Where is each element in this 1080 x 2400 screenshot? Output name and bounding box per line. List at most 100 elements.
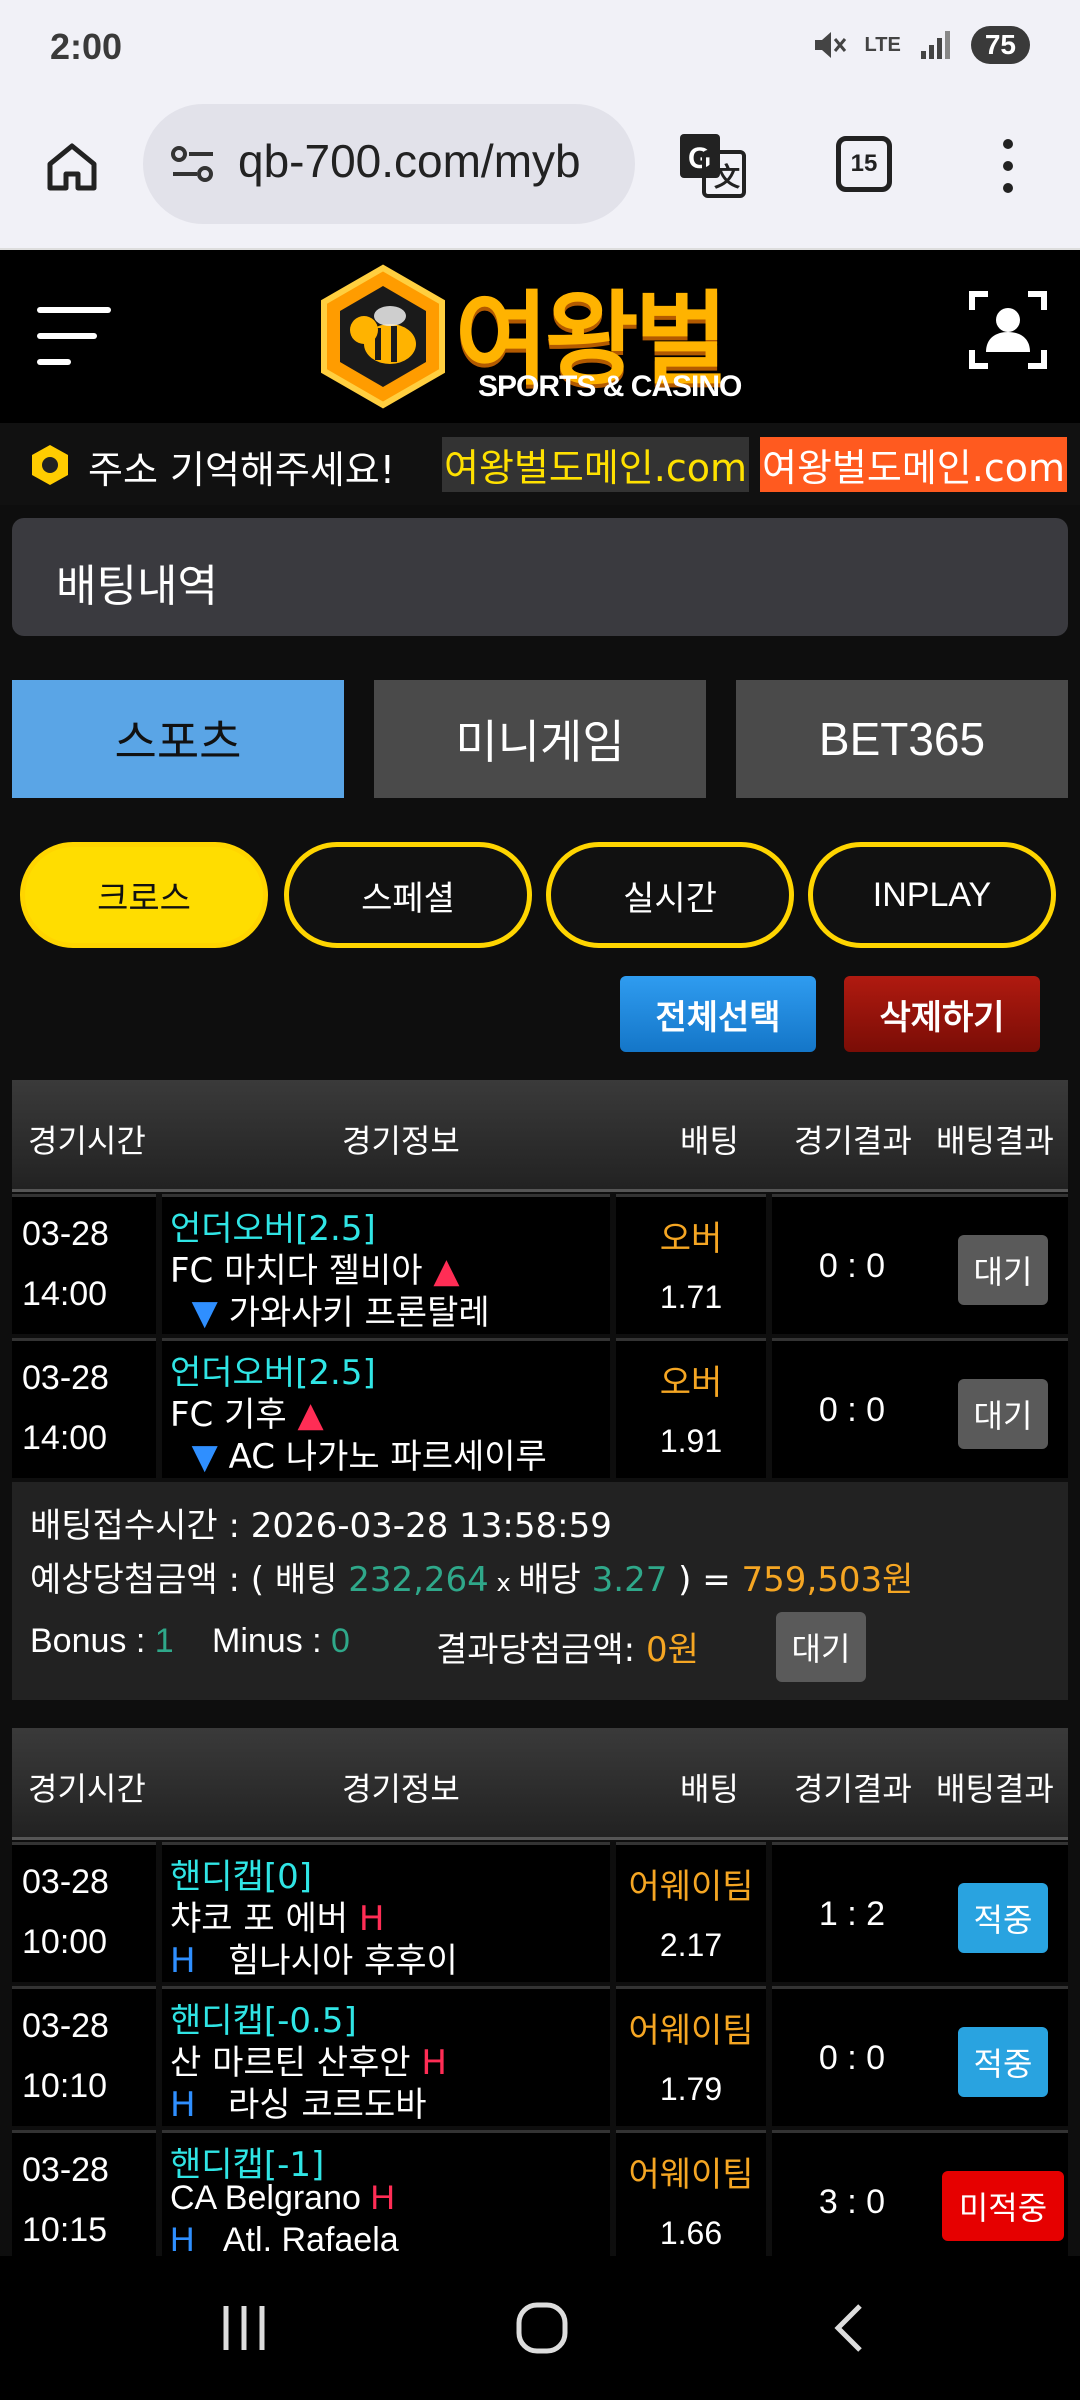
table-row: 03-28 10:15 핸디캡[-1] CA Belgrano H H Atl.… bbox=[12, 2130, 1068, 2273]
tab-switcher-button[interactable]: 15 bbox=[836, 136, 892, 192]
result-amount: 0원 bbox=[645, 1630, 699, 1670]
match-date: 03-28 bbox=[22, 1215, 109, 1253]
cell-result: 0 : 0 대기 bbox=[772, 1194, 1068, 1334]
col-time: 경기시간 bbox=[28, 1122, 146, 1160]
svg-text:文: 文 bbox=[714, 162, 741, 192]
table-row: 03-28 10:00 핸디캡[0] 챠코 포 에버 H H 힘나시아 후후이 … bbox=[12, 1842, 1068, 1985]
match-time: 10:10 bbox=[22, 2067, 108, 2105]
user-profile-icon[interactable] bbox=[968, 290, 1048, 370]
home-team-name: CA Belgrano bbox=[170, 2179, 361, 2217]
cell-bet: 어웨이팀 2.17 bbox=[616, 1842, 766, 1982]
match-time: 10:15 bbox=[22, 2211, 108, 2249]
status-bar: 2:00 LTE 75 bbox=[0, 0, 1080, 90]
cell-info: 핸디캡[0] 챠코 포 에버 H H 힘나시아 후후이 bbox=[162, 1842, 610, 1982]
tab-bet365[interactable]: BET365 bbox=[736, 680, 1068, 798]
select-all-button[interactable]: 전체선택 bbox=[620, 976, 816, 1052]
match-date: 03-28 bbox=[22, 1359, 109, 1397]
logo-subtitle: SPORTS & CASINO bbox=[478, 370, 742, 403]
page-title-panel: 배팅내역 bbox=[12, 518, 1068, 636]
home-icon[interactable] bbox=[44, 138, 100, 194]
select-all-label: 전체선택 bbox=[655, 997, 781, 1038]
table-header: 경기시간 경기정보 배팅 경기결과 배팅결과 bbox=[12, 1728, 1068, 1840]
battery-indicator: 75 bbox=[970, 26, 1030, 64]
bonus-line: Bonus : 1 bbox=[30, 1622, 174, 1661]
filter-special-label: 스페셜 bbox=[361, 878, 455, 919]
summary-status-badge: 대기 bbox=[776, 1612, 866, 1682]
recent-apps-icon[interactable] bbox=[216, 2300, 272, 2356]
filter-inplay[interactable]: INPLAY bbox=[808, 842, 1056, 948]
status-label: 대기 bbox=[973, 1253, 1033, 1291]
away-marker: H bbox=[170, 2085, 196, 2125]
away-team: H Atl. Rafaela bbox=[170, 2221, 399, 2260]
table-row: 03-28 14:00 언더오버[2.5] FC 마치다 젤비아 ▲ ▼ 가와사… bbox=[12, 1194, 1068, 1337]
cell-info: 언더오버[2.5] FC 마치다 젤비아 ▲ ▼ 가와사키 프론탈레 bbox=[162, 1194, 610, 1334]
cell-result: 3 : 0 미적중 bbox=[772, 2130, 1068, 2270]
away-team: H 라싱 코르도바 bbox=[170, 2077, 427, 2126]
ticker-domain-1[interactable]: 여왕벌도메인.com bbox=[442, 437, 749, 492]
translate-icon[interactable]: G文 bbox=[676, 130, 748, 202]
status-label: 적중 bbox=[973, 1901, 1033, 1939]
tab-minigame-label: 미니게임 bbox=[455, 715, 625, 769]
bet-summary: 배팅접수시간 : 2026-03-28 13:58:59 예상당첨금액 : ( … bbox=[12, 1482, 1068, 1700]
status-icons: LTE 75 bbox=[811, 26, 1030, 64]
delete-button[interactable]: 삭제하기 bbox=[844, 976, 1040, 1052]
status-badge: 적중 bbox=[958, 1883, 1048, 1953]
away-team: H 힘나시아 후후이 bbox=[170, 1933, 458, 1982]
match-score: 1 : 2 bbox=[818, 1895, 886, 1933]
cell-bet: 오버 1.91 bbox=[616, 1338, 766, 1478]
status-time: 2:00 bbox=[50, 26, 123, 67]
down-arrow-icon: ▼ bbox=[170, 1293, 218, 1333]
url-field[interactable]: qb-700.com/myb bbox=[143, 104, 635, 224]
away-marker: H bbox=[170, 1941, 196, 1981]
home-nav-icon[interactable] bbox=[514, 2300, 570, 2356]
bonus-label: Bonus : bbox=[30, 1622, 155, 1660]
table-row: 03-28 14:00 언더오버[2.5] FC 기후 ▲ ▼ AC 나가노 파… bbox=[12, 1338, 1068, 1481]
bet-pick: 오버 bbox=[659, 1219, 723, 1259]
ticker-domain-2[interactable]: 여왕벌도메인.com bbox=[760, 437, 1067, 492]
home-marker: H bbox=[370, 2179, 395, 2217]
col-info: 경기정보 bbox=[342, 1770, 460, 1808]
match-time: 14:00 bbox=[22, 1419, 108, 1457]
down-arrow-icon: ▼ bbox=[170, 1437, 218, 1477]
filter-special[interactable]: 스페셜 bbox=[284, 842, 532, 948]
bee-logo-icon bbox=[321, 264, 445, 409]
tab-sports[interactable]: 스포츠 bbox=[12, 680, 344, 798]
cell-bet: 어웨이팀 1.79 bbox=[616, 1986, 766, 2126]
total-odds: 3.27 bbox=[591, 1560, 668, 1600]
bet-odds: 1.71 bbox=[659, 1279, 723, 1315]
filter-inplay-label: INPLAY bbox=[872, 875, 992, 914]
site-header: 여왕벌 SPORTS & CASINO bbox=[0, 250, 1080, 423]
col-result: 배팅결과 bbox=[936, 1770, 1054, 1808]
back-icon[interactable] bbox=[822, 2300, 878, 2356]
cell-time: 03-28 14:00 bbox=[12, 1194, 156, 1334]
away-team-name: 라싱 코르도바 bbox=[228, 2085, 427, 2125]
site-settings-icon[interactable] bbox=[169, 142, 217, 186]
filter-cross[interactable]: 크로스 bbox=[20, 842, 268, 948]
cell-result: 0 : 0 적중 bbox=[772, 1986, 1068, 2126]
filter-live-label: 실시간 bbox=[623, 878, 717, 919]
away-team: ▼ 가와사키 프론탈레 bbox=[170, 1285, 490, 1334]
bee-badge-icon bbox=[32, 445, 68, 485]
tab-bet365-label: BET365 bbox=[818, 713, 986, 765]
cell-info: 언더오버[2.5] FC 기후 ▲ ▼ AC 나가노 파르세이루 bbox=[162, 1338, 610, 1478]
tab-minigame[interactable]: 미니게임 bbox=[374, 680, 706, 798]
away-team: ▼ AC 나가노 파르세이루 bbox=[170, 1429, 547, 1478]
match-score: 0 : 0 bbox=[818, 2039, 886, 2077]
match-date: 03-28 bbox=[22, 1863, 109, 1901]
minus-line: Minus : 0 bbox=[212, 1622, 350, 1661]
filter-live[interactable]: 실시간 bbox=[546, 842, 794, 948]
cell-bet: 오버 1.71 bbox=[616, 1194, 766, 1334]
more-menu-icon[interactable] bbox=[990, 136, 1026, 196]
col-bet: 배팅 bbox=[680, 1770, 739, 1808]
match-score: 0 : 0 bbox=[818, 1391, 886, 1429]
status-label: 미적중 bbox=[958, 2189, 1048, 2227]
away-team-name: Atl. Rafaela bbox=[222, 2221, 399, 2259]
hamburger-menu-icon[interactable] bbox=[36, 302, 112, 372]
cell-result: 1 : 2 적중 bbox=[772, 1842, 1068, 1982]
cell-time: 03-28 10:15 bbox=[12, 2130, 156, 2270]
col-time: 경기시간 bbox=[28, 1770, 146, 1808]
page-title: 배팅내역 bbox=[56, 561, 218, 612]
expected-payout-line: 예상당첨금액 : ( 배팅 232,264 x 배당 3.27 ) = 759,… bbox=[30, 1552, 913, 1601]
bet-odds: 2.17 bbox=[659, 1927, 723, 1963]
match-time: 10:00 bbox=[22, 1923, 108, 1961]
